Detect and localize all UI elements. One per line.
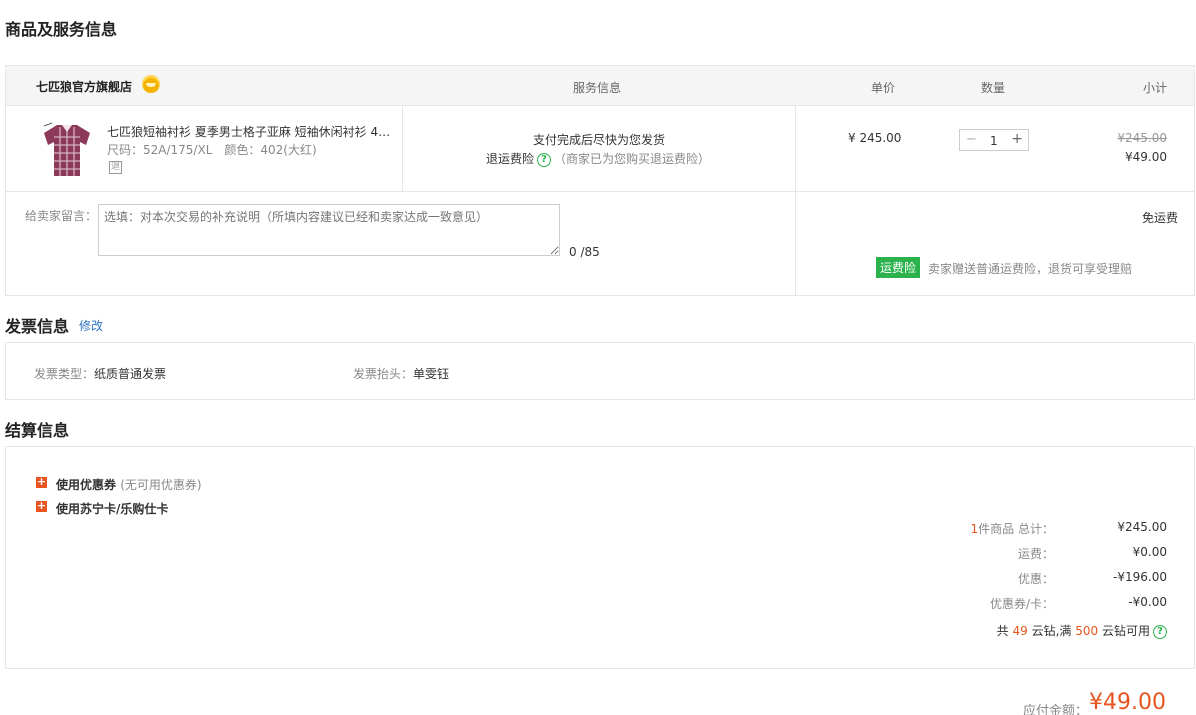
- shipping-value: ¥0.00: [1132, 545, 1167, 559]
- insurance-text: 卖家赠送普通运费险，退货可享受理赔: [928, 262, 1133, 276]
- invoice-section-title: 发票信息: [5, 317, 70, 336]
- invoice-box: 发票类型：纸质普通发票 发票抬头：单雯钰: [5, 342, 1195, 400]
- shop-badge-icon: [142, 75, 160, 93]
- return-badge: 退: [109, 161, 122, 174]
- col-quantity: 数量: [981, 81, 1006, 95]
- goods-row: 七匹狼短袖衬衫 夏季男士格子亚麻 短袖休闲衬衫 4… 尺码：52A/175/XL…: [5, 105, 1195, 192]
- discount-value: -¥196.00: [1113, 570, 1167, 584]
- message-textarea[interactable]: [98, 204, 560, 256]
- card-option[interactable]: 使用苏宁卡/乐购仕卡: [56, 500, 168, 517]
- invoice-edit-link[interactable]: 修改: [79, 317, 103, 334]
- coupon-note: (无可用优惠券): [120, 478, 202, 492]
- invoice-type-value: 纸质普通发票: [94, 367, 167, 381]
- product-title[interactable]: 七匹狼短袖衬衫 夏季男士格子亚麻 短袖休闲衬衫 4…: [107, 123, 397, 140]
- shipping-status: 免运费: [1141, 211, 1178, 225]
- qty-minus-button[interactable]: −: [966, 132, 977, 147]
- insurance-badge: 运费险: [876, 257, 921, 278]
- coupon-card-label: 优惠券/卡：: [989, 597, 1054, 611]
- goods-table-header: 七匹狼官方旗舰店 服务信息 单价 数量 小计: [5, 65, 1195, 106]
- subtotal-final: ¥49.00: [1125, 150, 1167, 164]
- col-unit-price: 单价: [871, 81, 896, 95]
- product-color: 颜色：402(大红): [224, 143, 317, 157]
- settlement-box: + 使用优惠券 (无可用优惠券) + 使用苏宁卡/乐购仕卡 1件商品 总计： ¥…: [5, 446, 1195, 669]
- quantity-stepper: − 1 +: [959, 129, 1029, 151]
- invoice-type: 发票类型：纸质普通发票: [34, 367, 167, 381]
- settlement-section-title: 结算信息: [5, 421, 70, 440]
- unit-price: ¥ 245.00: [848, 131, 902, 145]
- invoice-header: 发票抬头：单雯钰: [353, 367, 450, 381]
- shipping-label: 运费：: [1017, 547, 1054, 561]
- discount-label: 优惠：: [1017, 572, 1054, 586]
- total-label: 1件商品 总计：: [970, 522, 1054, 536]
- qty-plus-button[interactable]: +: [1011, 131, 1023, 147]
- message-count: 0 /85: [569, 245, 600, 259]
- col-service: 服务信息: [573, 81, 622, 95]
- diamond-help-icon[interactable]: ?: [1153, 624, 1167, 639]
- service-insurance: 退运费险? （商家已为您购买退运费险）: [486, 150, 710, 167]
- help-icon[interactable]: ?: [537, 152, 552, 167]
- insurance-label: 退运费险: [486, 152, 535, 166]
- expand-coupon-icon[interactable]: +: [36, 476, 47, 488]
- service-ship-text: 支付完成后尽快为您发货: [533, 133, 666, 147]
- product-sku: 尺码：52A/175/XL 颜色：402(大红): [107, 141, 329, 158]
- payable-label: 应付金额：: [1023, 704, 1089, 715]
- subtotal-original: ¥245.00: [1117, 131, 1167, 145]
- qty-input[interactable]: 1: [990, 134, 998, 148]
- coupon-card-value: -¥0.00: [1128, 595, 1167, 609]
- coupon-option[interactable]: 使用优惠券 (无可用优惠券): [56, 476, 202, 493]
- product-size: 尺码：52A/175/XL: [107, 143, 213, 157]
- insurance-note: （商家已为您购买退运费险）: [554, 152, 711, 166]
- col-subtotal: 小计: [1142, 81, 1167, 95]
- goods-section-title: 商品及服务信息: [5, 20, 118, 39]
- invoice-header-value: 单雯钰: [413, 367, 450, 381]
- message-label: 给卖家留言：: [25, 209, 98, 223]
- shop-name[interactable]: 七匹狼官方旗舰店: [36, 78, 132, 95]
- message-row: 给卖家留言： 0 /85 免运费 运费险 卖家赠送普通运费险，退货可享受理赔: [5, 191, 1195, 296]
- product-image[interactable]: [40, 121, 94, 179]
- total-value: ¥245.00: [1117, 520, 1167, 534]
- expand-card-icon[interactable]: +: [36, 500, 47, 512]
- cloud-diamond-info: 共 49 云钻,满 500 云钻可用?: [997, 622, 1167, 639]
- payable-amount: ¥49.00: [1089, 690, 1166, 715]
